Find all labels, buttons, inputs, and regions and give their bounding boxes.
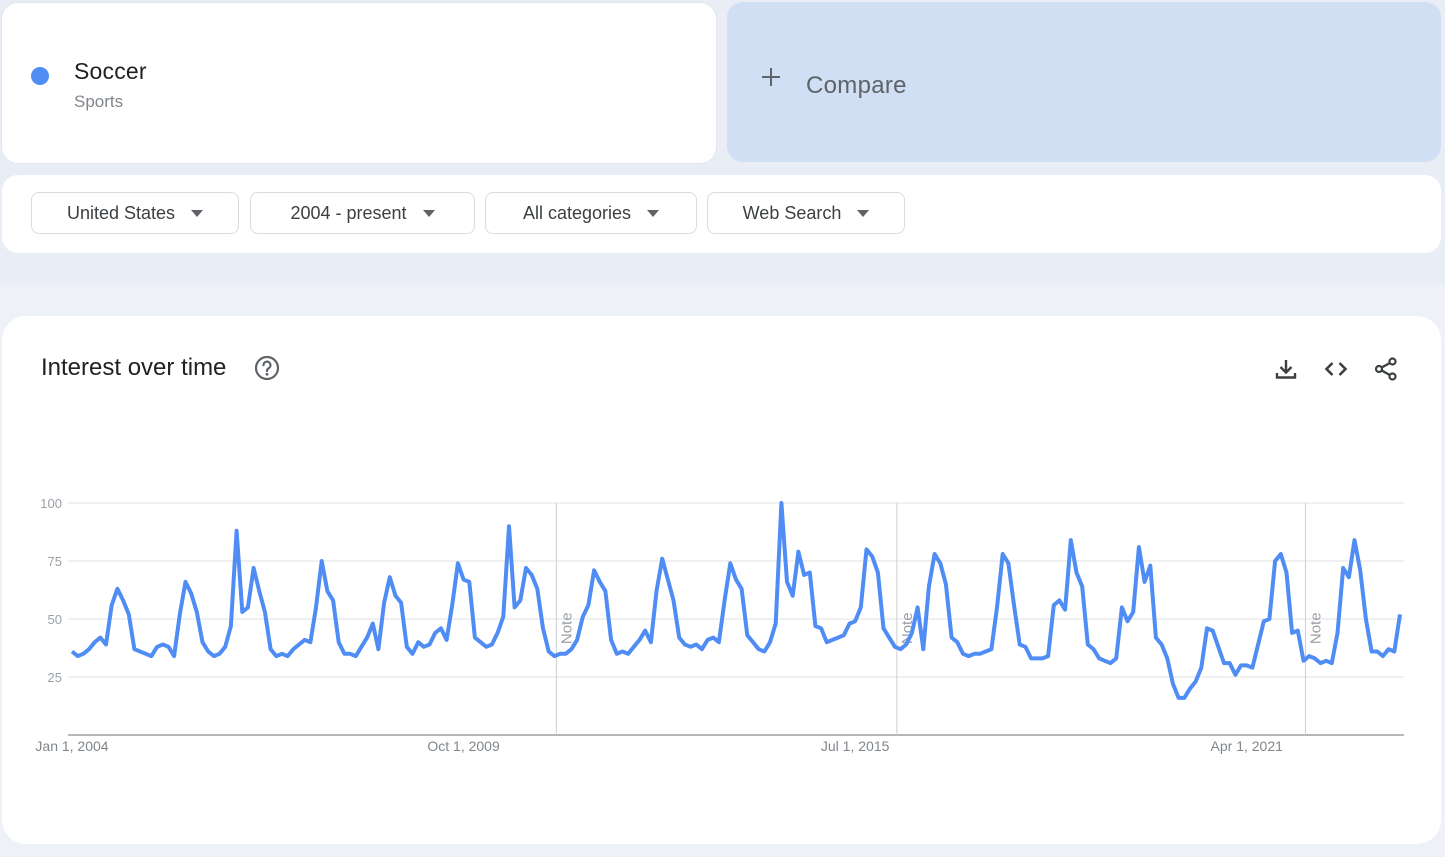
y-tick-label: 75 [48, 554, 62, 569]
x-tick-label: Oct 1, 2009 [427, 738, 500, 754]
y-tick-label: 50 [48, 612, 62, 627]
series-line-soccer [70, 501, 1402, 700]
note-label: Note [558, 612, 575, 644]
y-tick-label: 100 [40, 496, 62, 511]
x-tick-label: Jul 1, 2015 [821, 738, 890, 754]
x-tick-label: Apr 1, 2021 [1211, 738, 1284, 754]
y-tick-label: 25 [48, 670, 62, 685]
interest-chart[interactable]: 255075100Note Note NoteJan 1, 2004 Oct 1, 2… [0, 0, 1445, 857]
x-tick-label: Jan 1, 2004 [35, 738, 108, 754]
note-label: Note [1307, 612, 1324, 644]
